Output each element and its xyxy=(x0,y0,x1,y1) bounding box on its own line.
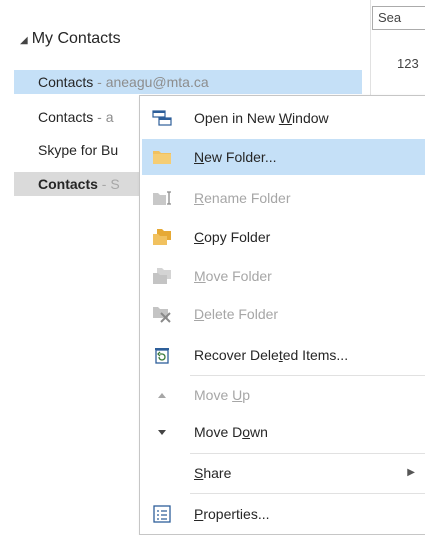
menu-separator xyxy=(190,493,425,494)
my-contacts-group[interactable]: ◢ My Contacts xyxy=(20,30,121,48)
folder-name: Skype for Bu xyxy=(38,142,119,158)
menu-item-properties[interactable]: Properties... xyxy=(142,496,425,532)
folder-name: Contacts xyxy=(38,109,94,125)
menu-item-delete-folder[interactable]: Delete Folder xyxy=(142,296,425,332)
folder-account: - a xyxy=(93,109,114,125)
copy-folder-icon xyxy=(152,228,172,246)
folder-name: Contacts xyxy=(38,176,98,192)
rename-folder-icon xyxy=(152,189,172,207)
context-menu: Open in New Window New Folder... Rename … xyxy=(139,95,425,535)
menu-separator xyxy=(190,375,425,376)
menu-item-rename-folder[interactable]: Rename Folder xyxy=(142,180,425,216)
group-label: My Contacts xyxy=(31,30,121,47)
folder-name: Contacts xyxy=(38,74,94,90)
menu-item-move-folder[interactable]: Move Folder xyxy=(142,258,425,294)
menu-item-share[interactable]: Share ▶ xyxy=(142,455,425,491)
contact-list-text: 123 xyxy=(397,56,419,71)
move-folder-icon xyxy=(152,267,172,285)
folder-account: - S xyxy=(97,176,120,192)
menu-item-move-down[interactable]: Move Down xyxy=(142,414,425,450)
delete-folder-icon xyxy=(152,305,172,323)
folder-item-contacts-aneagu[interactable]: Contacts - aneagu@mta.ca xyxy=(14,70,362,94)
menu-item-recover-deleted-items[interactable]: Recover Deleted Items... xyxy=(142,337,425,373)
collapse-triangle-icon[interactable]: ◢ xyxy=(20,35,28,46)
folder-icon xyxy=(152,148,172,166)
properties-icon xyxy=(152,505,172,523)
recover-items-icon xyxy=(152,346,172,364)
triangle-up-icon xyxy=(152,386,172,404)
menu-item-new-folder[interactable]: New Folder... xyxy=(142,139,425,175)
triangle-down-icon xyxy=(152,423,172,441)
menu-item-move-up[interactable]: Move Up xyxy=(142,377,425,413)
search-input[interactable]: Sea xyxy=(372,6,425,30)
menu-item-open-new-window[interactable]: Open in New Window xyxy=(142,100,425,136)
folder-account: - aneagu@mta.ca xyxy=(93,74,209,90)
menu-separator xyxy=(190,453,425,454)
menu-item-copy-folder[interactable]: Copy Folder xyxy=(142,219,425,255)
open-window-icon xyxy=(152,109,172,127)
submenu-arrow-icon: ▶ xyxy=(407,467,415,478)
